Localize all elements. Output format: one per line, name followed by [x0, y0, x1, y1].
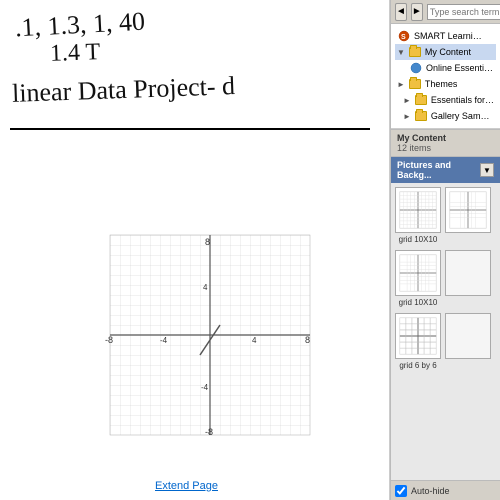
panel-toolbar: ◄ ►	[391, 0, 500, 24]
thumb-img-1	[395, 187, 441, 233]
underline-bar	[10, 128, 370, 130]
content-location: My Content	[397, 133, 494, 143]
coordinate-grid: 8 -8 8 -8 4 -4 4 -4	[100, 220, 320, 450]
expand-icon-themes: ►	[397, 80, 405, 89]
expand-icon-gallery: ►	[403, 112, 411, 121]
thumb-label-3: grid 10X10	[399, 298, 438, 307]
category-dropdown[interactable]: ▼	[480, 163, 494, 177]
extend-page-link[interactable]: Extend Page	[155, 480, 218, 492]
svg-text:8: 8	[305, 335, 310, 345]
essentials-label: Essentials for E...	[431, 95, 494, 105]
autohide-checkbox[interactable]	[395, 485, 407, 497]
search-input[interactable]	[427, 4, 500, 20]
tree-view: S SMART Learning... ▼ My Content Online …	[391, 24, 500, 129]
thumb-grid10-3[interactable]: grid 10X10	[395, 250, 441, 307]
panel-footer: Auto-hide	[391, 480, 500, 500]
thumb-img-6	[445, 313, 491, 359]
thumbnails-area: grid 10X10	[391, 183, 500, 480]
folder-icon-online	[409, 61, 423, 75]
back-button[interactable]: ◄	[395, 3, 407, 21]
folder-icon-themes	[408, 77, 422, 91]
right-panel: ◄ ► S SMART Learning... ▼ My Content Onl…	[390, 0, 500, 500]
category-bar: Pictures and Backg... ▼	[391, 157, 500, 183]
thumb-grid10-2[interactable]	[445, 187, 491, 235]
thumb-blank-2[interactable]	[445, 313, 491, 361]
svg-text:-8: -8	[205, 427, 213, 437]
tree-item-essentials[interactable]: ► Essentials for E...	[395, 92, 496, 108]
autohide-label[interactable]: Auto-hide	[411, 486, 450, 496]
tree-item-smart[interactable]: S SMART Learning...	[395, 28, 496, 44]
smart-label: SMART Learning...	[414, 31, 484, 41]
svg-text:-4: -4	[201, 383, 209, 392]
content-count: 12 items	[397, 143, 494, 153]
thumb-img-4	[445, 250, 491, 296]
handwriting-line3: linear Data Project- d	[12, 71, 236, 109]
svg-text:S: S	[401, 34, 406, 41]
themes-label: Themes	[425, 79, 458, 89]
svg-text:4: 4	[252, 336, 257, 345]
folder-icon-my-content	[408, 45, 422, 59]
my-content-label: My Content	[425, 47, 471, 57]
smart-icon: S	[397, 29, 411, 43]
svg-text:-4: -4	[160, 336, 168, 345]
tree-item-online[interactable]: Online Essentials	[395, 60, 496, 76]
expand-icon: ▼	[397, 48, 405, 57]
tree-item-gallery[interactable]: ► Gallery Sample...	[395, 108, 496, 124]
expand-icon-essentials: ►	[403, 96, 411, 105]
thumb-blank-1[interactable]	[445, 250, 491, 298]
thumb-img-5	[395, 313, 441, 359]
handwriting-line2: 1.4 T	[50, 39, 101, 68]
thumb-img-2	[445, 187, 491, 233]
folder-icon-essentials	[414, 93, 428, 107]
thumb-grid6[interactable]: grid 6 by 6	[395, 313, 441, 370]
svg-text:8: 8	[205, 237, 210, 247]
online-label: Online Essentials	[426, 63, 494, 73]
thumb-row-2: grid 10X10	[395, 250, 496, 307]
thumb-label-5: grid 6 by 6	[399, 361, 436, 370]
gallery-label: Gallery Sample...	[431, 111, 494, 121]
svg-text:-8: -8	[105, 335, 113, 345]
folder-icon-gallery	[414, 109, 428, 123]
thumb-grid10-1[interactable]: grid 10X10	[395, 187, 441, 244]
category-label: Pictures and Backg...	[397, 160, 476, 180]
tree-item-themes[interactable]: ► Themes	[395, 76, 496, 92]
thumb-row-3: grid 6 by 6	[395, 313, 496, 370]
thumb-row-1: grid 10X10	[395, 187, 496, 244]
svg-text:4: 4	[203, 283, 208, 292]
tree-item-my-content[interactable]: ▼ My Content	[395, 44, 496, 60]
whiteboard-area: .1, 1.3, 1, 40 1.4 T linear Data Project…	[0, 0, 390, 500]
forward-button[interactable]: ►	[411, 3, 423, 21]
thumb-img-3	[395, 250, 441, 296]
handwriting-area: .1, 1.3, 1, 40 1.4 T linear Data Project…	[10, 10, 380, 130]
content-header: My Content 12 items	[391, 129, 500, 157]
thumb-label-1: grid 10X10	[399, 235, 438, 244]
handwriting-line1: .1, 1.3, 1, 40	[14, 7, 145, 44]
